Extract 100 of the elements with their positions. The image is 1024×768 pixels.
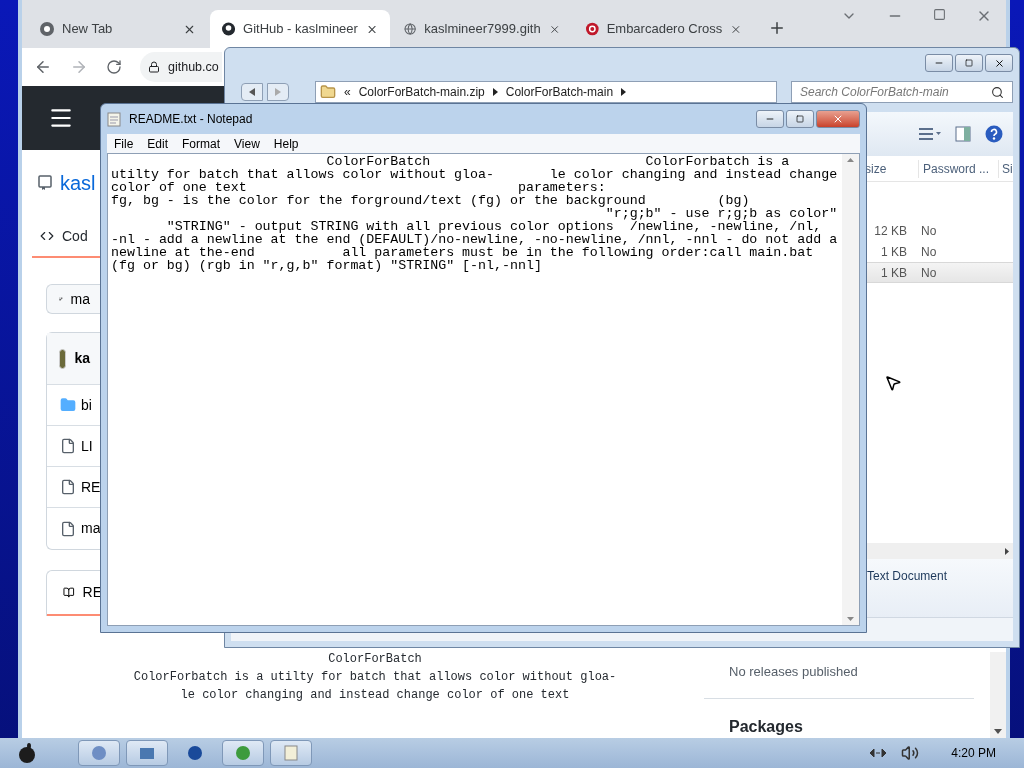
releases-note: No releases published [704,662,974,699]
browser-tab[interactable]: Embarcadero Cross [574,10,754,48]
text-line: "STRING" - output STRING with all previous color options /newline, -newline, /nl, [165,220,823,233]
search-icon[interactable] [991,85,1004,99]
menu-item[interactable]: Edit [142,134,174,153]
right-arrow-icon[interactable] [1005,547,1009,555]
text-line: -nl - add a newline at the end (DEFAULT)/no-newline, -no-newline, /nnl, -nnl - do not add a [111,233,839,246]
maximize-button[interactable] [786,110,814,128]
lock-icon [148,61,160,73]
caret-icon[interactable] [492,88,498,96]
book-icon [63,585,75,600]
window-title: README.txt - Notepad [129,111,254,128]
caret-icon[interactable] [621,88,627,96]
down-arrow-icon[interactable] [847,617,854,621]
password-cell-text: No [920,222,937,240]
commit-author[interactable]: ka [74,348,90,369]
taskbar-button[interactable] [222,740,264,766]
text-line: fg, bg - is the color for the forground/text (fg) or the background (bg) [111,194,750,207]
file-name[interactable]: ma [81,518,101,539]
tab-title: kaslmineer7999.gith [424,20,541,39]
text-line: newline at the-end all parameters must be in the following order:call main.bat [111,246,815,259]
close-button[interactable] [985,54,1013,72]
repo-icon [38,175,52,191]
back-icon[interactable] [34,58,52,76]
back-arrow-icon [249,88,255,96]
back-button[interactable] [241,83,263,101]
forward-icon[interactable] [70,58,88,76]
menu-item[interactable]: View [229,134,265,153]
close-button[interactable] [816,110,860,128]
text-line: color of one text parameters: [111,181,607,194]
app-icon [283,745,299,761]
tab-title: GitHub - kaslmineer [243,20,358,39]
down-arrow-icon[interactable] [994,729,1002,734]
app-icon [139,745,155,761]
file-row[interactable]: 12 KB No [863,220,1013,241]
clock[interactable]: 4:20 PM [951,744,996,762]
breadcrumb-item[interactable]: ColorForBatch-main [505,83,614,101]
menu-item[interactable]: File [109,134,139,153]
readme-line: ColorForBatch [328,651,422,668]
minimize-button[interactable] [756,110,784,128]
maximize-button[interactable] [955,54,983,72]
text-line: (fg or bg) (rgb in "r,g,b" format) "STRING" [-nl,-nnl] [111,259,543,272]
readme-line: ColorForbatch is a utilty for batch that allows color without gloa- [133,669,617,686]
up-arrow-icon[interactable] [847,158,854,162]
taskbar-button[interactable] [126,740,168,766]
search-field[interactable]: Search ColorForBatch-main [791,81,1013,103]
app-icon [91,745,107,761]
network-icon[interactable] [869,748,888,758]
browser-tab[interactable]: GitHub - kaslmineer [210,10,390,48]
mouse-pointer-icon [884,374,902,392]
reload-icon[interactable] [106,59,122,75]
vertical-scrollbar[interactable] [842,154,859,625]
tab-title: New Tab [62,20,114,39]
menu-item[interactable]: Help [268,134,304,153]
start-icon[interactable] [18,743,36,763]
close-icon [993,57,1005,69]
tab-title: Embarcadero Cross [606,20,723,39]
size-cell-text: 1 KB [880,243,907,261]
browser-tab[interactable]: New Tab [28,10,208,48]
text-line: "r;g;b" - use r;g;b as color" [605,207,839,220]
address-bar[interactable]: « ColorForBatch-main.zip ColorForBatch-main [315,81,777,103]
new-tab-icon[interactable] [768,19,786,37]
file-name[interactable]: LI [81,435,93,457]
size-cell-text: 1 KB [880,264,907,282]
readme-line: le color changing and instead change color of one text [180,687,570,704]
column-header[interactable]: Password ... [919,159,999,178]
password-cell-text: No [920,264,937,282]
column-header[interactable]: Si [999,159,1013,178]
file-type: Text Document [867,569,948,583]
menu-item[interactable]: Format [177,134,226,153]
size-cell-text: 12 KB [873,222,907,240]
view-list-icon[interactable] [919,127,941,141]
taskbar-button[interactable] [270,740,312,766]
address-bar[interactable]: github.co [140,52,222,82]
browser-tab[interactable]: kaslmineer7999.gith [392,10,572,48]
forward-arrow-icon [275,88,281,96]
maximize-icon[interactable] [933,8,946,21]
password-cell-text: No [920,243,937,261]
folder-icon [320,84,336,100]
file-name[interactable]: bi [81,394,92,416]
notepad-icon [107,111,121,127]
taskbar-button[interactable] [78,740,120,766]
minimize-button[interactable] [925,54,953,72]
text-line: utilty for batch that allows color without gloa- le color changing and instead change [111,168,839,181]
app-icon [187,745,203,761]
breadcrumb-item[interactable]: ColorForBatch-main.zip [358,83,485,101]
scrollbar[interactable] [990,652,1006,738]
maximize-icon [796,115,804,123]
file-name[interactable]: RE [81,476,101,498]
globe-icon [404,22,417,36]
overflow-chevron[interactable]: « [344,83,351,101]
repo-name[interactable]: kasl [60,168,96,198]
packages-heading: Packages [728,716,804,737]
maximize-icon [965,59,973,67]
help-icon[interactable] [985,125,1003,143]
text-line: ColorForBatch ColorForbatch is a [325,155,791,168]
file-row[interactable]: 1 KB No [863,241,1013,262]
branch-button[interactable]: ma [46,284,102,314]
preview-pane-icon[interactable] [955,126,971,142]
code-icon [40,229,54,243]
